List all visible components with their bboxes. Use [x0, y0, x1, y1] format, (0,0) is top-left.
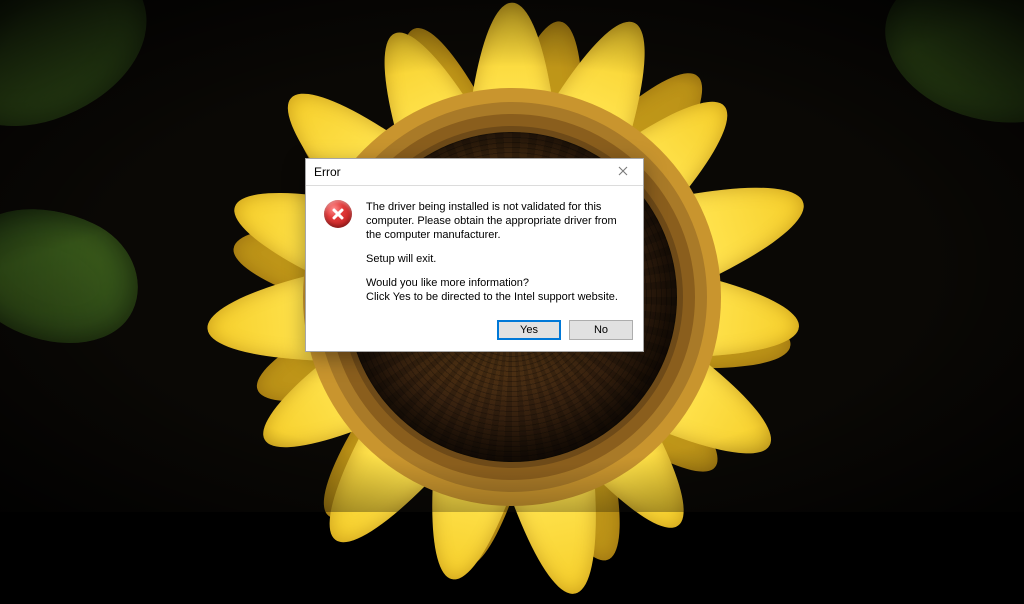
dialog-title: Error [314, 165, 603, 179]
leaf-decoration [864, 0, 1024, 154]
leaf-decoration [0, 178, 159, 372]
dialog-body: The driver being installed is not valida… [306, 186, 643, 308]
no-button[interactable]: No [569, 320, 633, 340]
dialog-button-row: Yes No [306, 308, 643, 351]
dialog-message: The driver being installed is not valida… [366, 200, 625, 304]
message-paragraph: The driver being installed is not valida… [366, 200, 625, 242]
yes-button[interactable]: Yes [497, 320, 561, 340]
error-dialog: Error The driver being installed is not … [305, 158, 644, 352]
message-paragraph: Setup will exit. [366, 252, 625, 266]
leaf-decoration [0, 0, 169, 150]
close-button[interactable] [603, 159, 643, 186]
dialog-titlebar[interactable]: Error [306, 159, 643, 186]
close-icon [618, 165, 628, 179]
error-icon [324, 200, 352, 228]
message-paragraph: Would you like more information? Click Y… [366, 276, 625, 304]
